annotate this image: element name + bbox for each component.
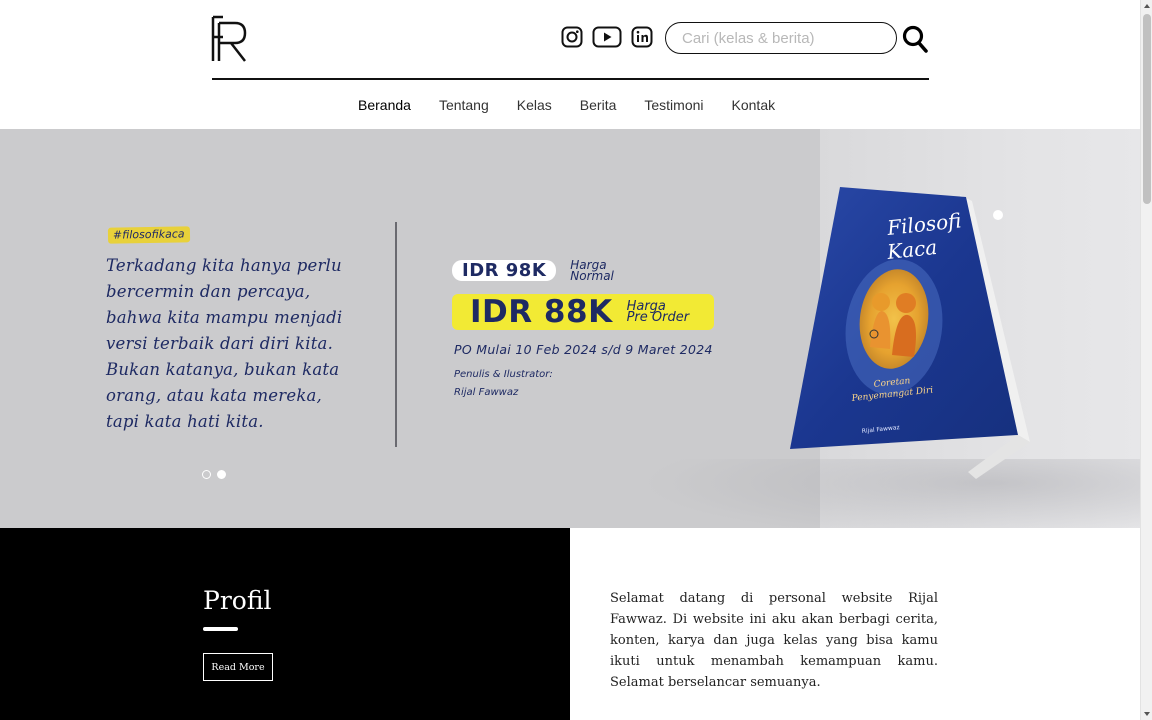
search-icon[interactable]	[902, 25, 928, 53]
normal-price: IDR 98K Harga Normal	[452, 259, 614, 283]
quote-line: Terkadang kita hanya perlu	[106, 256, 342, 275]
page-scrollbar[interactable]	[1140, 0, 1152, 720]
scrollbar-thumb[interactable]	[1143, 14, 1151, 204]
author-name: Rijal Fawwaz	[454, 387, 519, 398]
site-header: Beranda Tentang Kelas Berita Testimoni K…	[0, 0, 1140, 129]
quote-line: tapi kata hati kita.	[106, 412, 264, 431]
nav-item-kelas[interactable]: Kelas	[517, 97, 552, 113]
profil-title: Profil	[203, 586, 272, 615]
quote-line: versi terbaik dari diri kita.	[106, 334, 334, 353]
normal-price-label: Harga Normal	[570, 259, 614, 283]
instagram-icon[interactable]	[561, 26, 583, 48]
search-input[interactable]	[665, 22, 897, 54]
nav-item-testimoni[interactable]: Testimoni	[644, 97, 703, 113]
nav-item-beranda[interactable]: Beranda	[358, 97, 411, 113]
slider-dot-1[interactable]	[202, 470, 211, 479]
youtube-icon[interactable]	[592, 26, 622, 48]
preorder-date: PO Mulai 10 Feb 2024 s/d 9 Maret 2024	[454, 342, 713, 357]
linkedin-icon[interactable]	[631, 26, 653, 48]
scroll-up-icon[interactable]	[1144, 4, 1150, 8]
hero-slider[interactable]: #filosofikaca Terkadang kita hanya perlu…	[0, 129, 1140, 528]
quote-line: bahwa kita mampu menjadi	[106, 308, 343, 327]
hero-divider	[395, 222, 397, 447]
main-nav: Beranda Tentang Kelas Berita Testimoni K…	[358, 97, 803, 113]
hero-quote: Terkadang kita hanya perlu bercermin dan…	[106, 253, 366, 435]
quote-line: Bukan katanya, bukan kata	[106, 360, 340, 379]
preorder-price-label-line: Pre Order	[626, 310, 690, 325]
nav-item-berita[interactable]: Berita	[580, 97, 617, 113]
social-links	[561, 26, 653, 48]
slider-dot-2[interactable]	[217, 470, 226, 479]
book-cover-image: Filosofi Kaca Coretan Penyemangat Diri R…	[790, 187, 1030, 479]
slider-dots	[202, 470, 226, 479]
hashtag-label: #filosofikaca	[107, 226, 190, 244]
preorder-price: IDR 88K Harga Pre Order	[452, 294, 714, 330]
author-label: Penulis & Ilustrator:	[454, 369, 553, 380]
read-more-button[interactable]: Read More	[203, 653, 273, 681]
header-divider	[212, 78, 929, 80]
scroll-down-icon[interactable]	[1144, 712, 1150, 716]
quote-line: orang, atau kata mereka,	[106, 386, 323, 405]
normal-price-value: IDR 98K	[452, 260, 557, 281]
quote-line: bercermin dan percaya,	[106, 282, 311, 301]
normal-price-label-line: Normal	[570, 269, 614, 283]
nav-item-tentang[interactable]: Tentang	[439, 97, 489, 113]
nav-item-kontak[interactable]: Kontak	[732, 97, 776, 113]
site-logo[interactable]	[211, 15, 249, 63]
preorder-price-label: Harga Pre Order	[626, 300, 690, 325]
profil-panel: Profil Read More	[0, 528, 570, 720]
intro-text: Selamat datang di personal website Rijal…	[610, 591, 938, 690]
profil-underline	[203, 627, 238, 631]
preorder-price-value: IDR 88K	[470, 294, 613, 330]
